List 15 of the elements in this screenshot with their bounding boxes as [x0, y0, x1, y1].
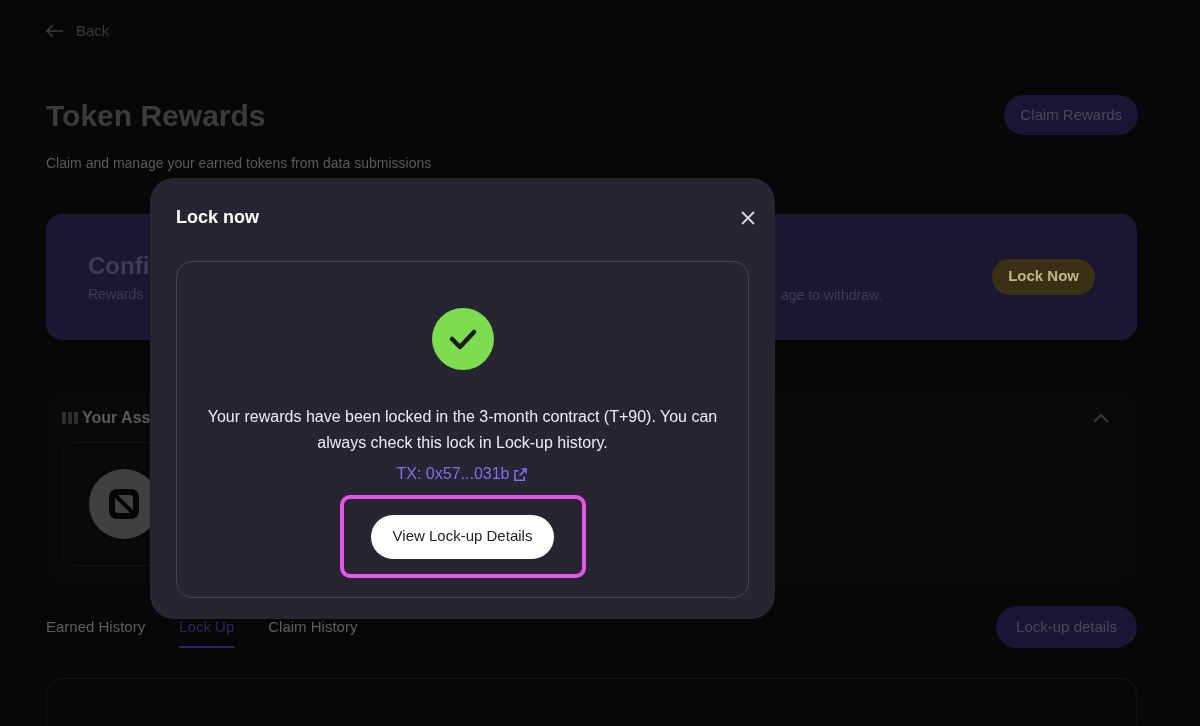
assets-title: Your Ass: [82, 407, 151, 428]
success-check-icon: [431, 308, 494, 370]
page-subtitle: Claim and manage your earned tokens from data submissions: [46, 153, 433, 172]
grid-icon: [62, 411, 78, 424]
close-icon: [741, 210, 755, 225]
success-message: Your rewards have been locked in the 3-month contract (T+90). You can always check this lock in Lock-up history.: [206, 407, 719, 453]
view-details-button[interactable]: View Lock-up Details: [370, 514, 555, 559]
lock-now-button[interactable]: Lock Now: [992, 258, 1095, 295]
external-link-icon: [513, 466, 529, 482]
close-button[interactable]: [741, 210, 755, 225]
history-tab[interactable]: Earned History: [46, 615, 146, 648]
back-arrow-icon: [46, 24, 64, 39]
history-tab[interactable]: Claim History: [268, 615, 358, 648]
dialog-title: Lock now: [176, 206, 259, 229]
transaction-link[interactable]: TX: 0x57...031b: [396, 462, 529, 486]
